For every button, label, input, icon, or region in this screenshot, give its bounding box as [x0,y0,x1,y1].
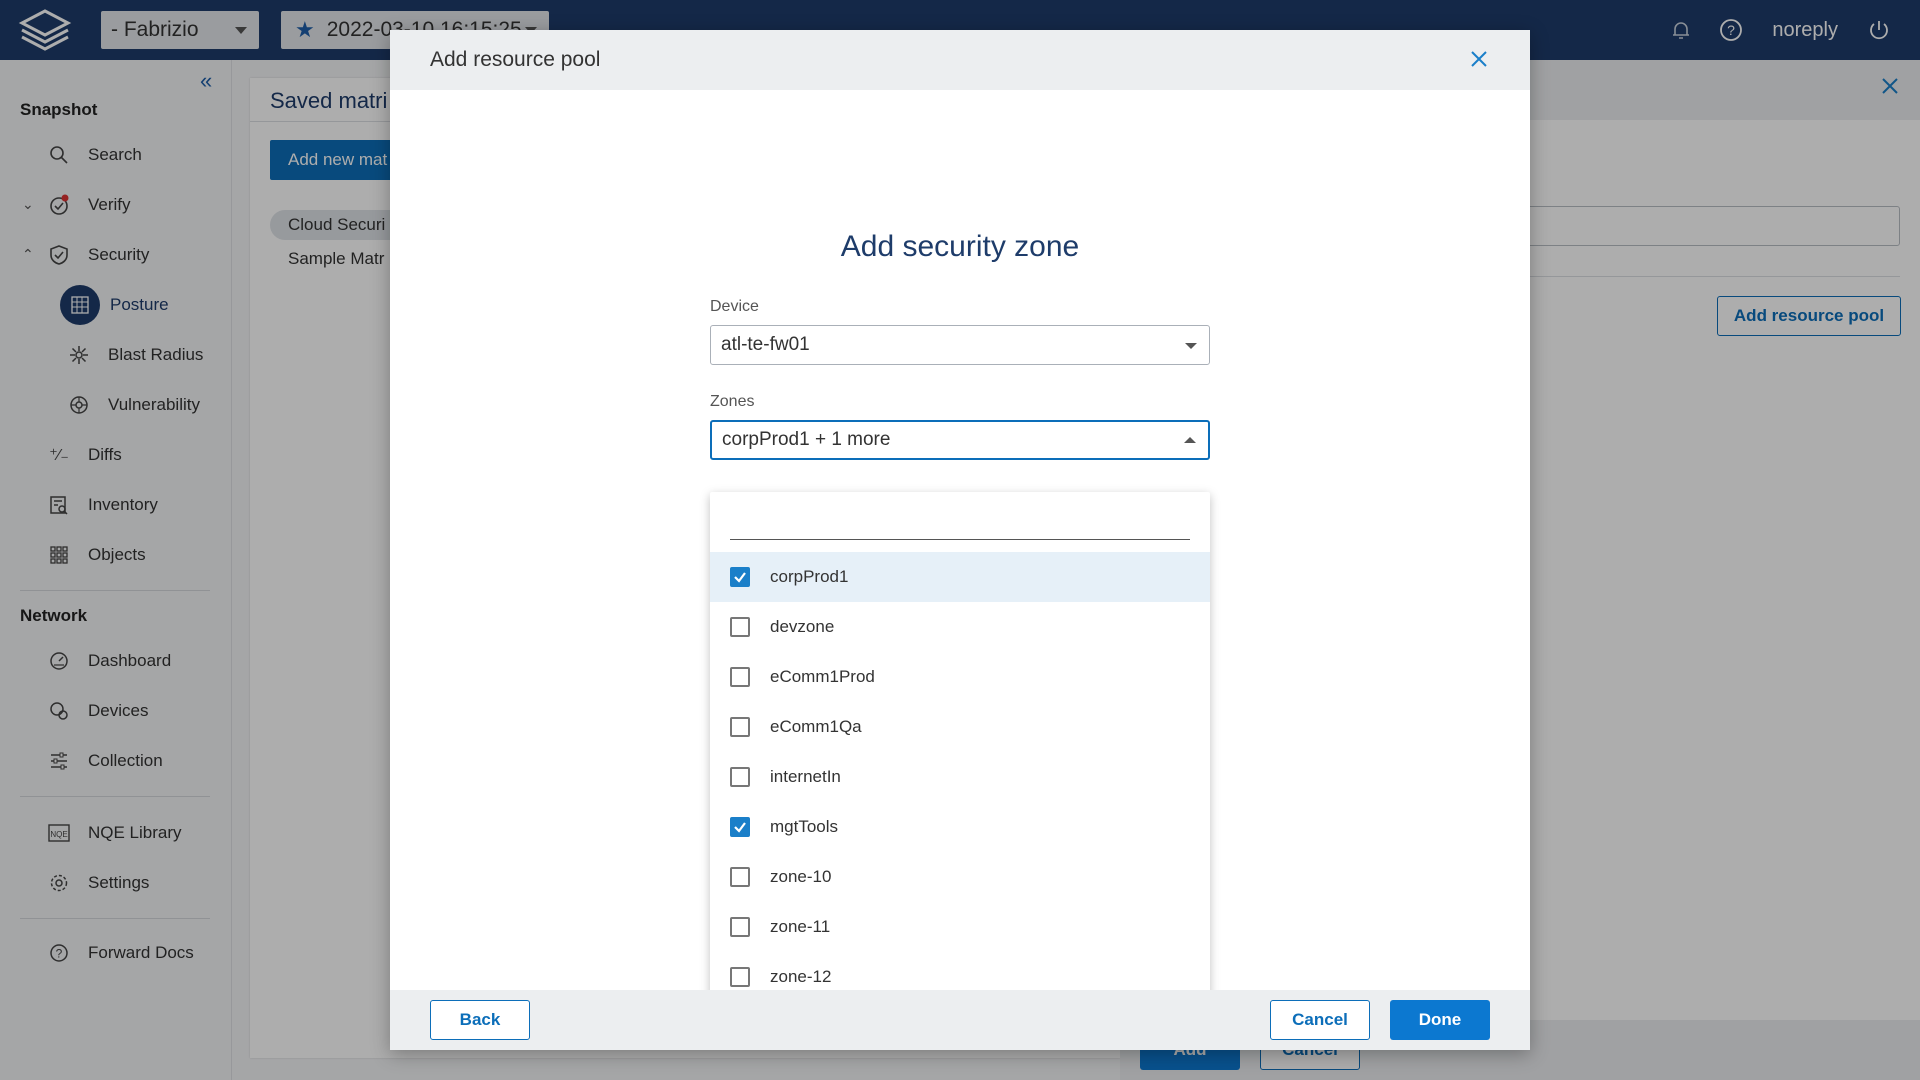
checkbox-unchecked-icon[interactable] [730,967,750,987]
zone-option-label: eComm1Prod [770,667,875,686]
zone-option-label: zone-10 [770,867,832,886]
zones-label: Zones [710,393,755,410]
zone-option[interactable]: zone-11 [710,902,1210,952]
zones-dropdown-menu: corpProd1 devzone eComm1Prod eComm1Qa intern… [710,492,1210,1012]
zones-select-value: corpProd1 + 1 more [722,429,891,450]
zones-search-input[interactable] [730,508,1190,540]
zone-option-label: devzone [770,617,835,636]
zone-option-label: internetIn [770,767,841,786]
zone-option[interactable]: mgtTools [710,802,1210,852]
cancel-button[interactable]: Cancel [1270,1000,1370,1040]
checkbox-unchecked-icon[interactable] [730,717,750,737]
checkbox-unchecked-icon[interactable] [730,917,750,937]
checkbox-unchecked-icon[interactable] [730,767,750,787]
device-select-value: atl-te-fw01 [721,334,810,355]
checkbox-checked-icon[interactable] [730,567,750,587]
zone-option-label: corpProd1 [770,567,849,586]
checkbox-unchecked-icon[interactable] [730,867,750,887]
device-label: Device [710,298,759,315]
close-icon[interactable] [1468,48,1490,70]
device-select[interactable]: atl-te-fw01 [710,325,1210,365]
zone-option[interactable]: corpProd1 [710,552,1210,602]
zone-option-label: eComm1Qa [770,717,862,736]
zone-option[interactable]: internetIn [710,752,1210,802]
checkbox-unchecked-icon[interactable] [730,617,750,637]
dialog-header: Add resource pool [390,30,1530,90]
zone-option-label: zone-12 [770,967,832,986]
dialog-subtitle: Add security zone [840,230,1080,263]
checkbox-checked-icon[interactable] [730,817,750,837]
checkbox-unchecked-icon[interactable] [730,667,750,687]
done-button[interactable]: Done [1390,1000,1490,1040]
dialog-footer: Back Cancel Done [390,990,1530,1050]
chevron-down-icon [1185,343,1197,349]
zone-option[interactable]: zone-10 [710,852,1210,902]
zones-select[interactable]: corpProd1 + 1 more [710,420,1210,460]
zone-option-label: mgtTools [770,817,839,836]
zone-option[interactable]: devzone [710,602,1210,652]
zone-option[interactable]: eComm1Prod [710,652,1210,702]
chevron-up-icon [1184,437,1196,443]
dialog-title: Add resource pool [430,48,601,71]
back-button[interactable]: Back [430,1000,530,1040]
dialog-body: Add security zone Device atl-te-fw01 Zon… [390,90,1530,1012]
add-resource-pool-dialog: Add resource pool Add security zone Devi… [390,30,1530,1050]
zone-option[interactable]: eComm1Qa [710,702,1210,752]
zone-option-label: zone-11 [770,917,831,936]
